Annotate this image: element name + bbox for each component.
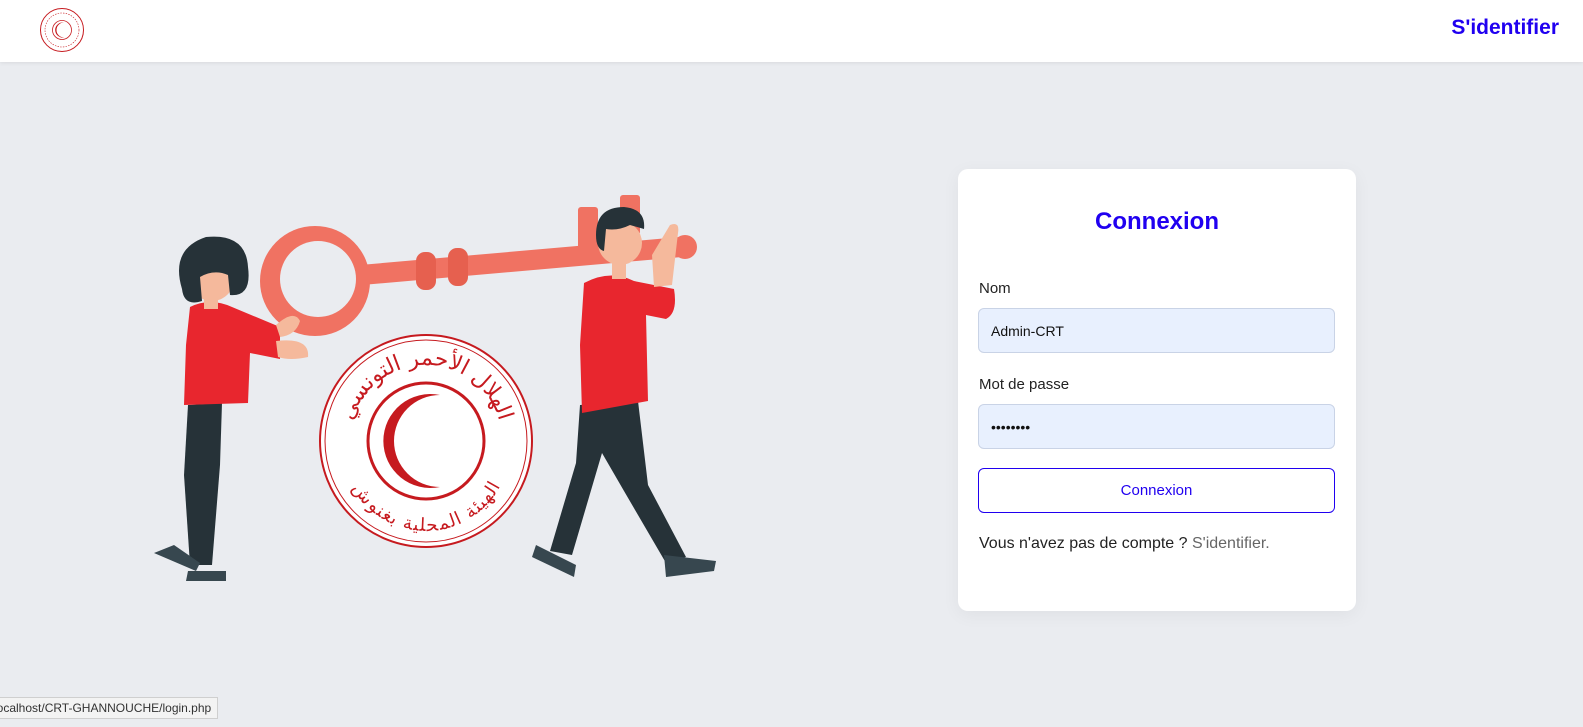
status-url: localhost/CRT-GHANNOUCHE/login.php (0, 701, 212, 715)
hero-illustration: الهلال الأحمر التونسي الهيئة المحلية بغن… (154, 195, 716, 581)
browser-status-bar: localhost/CRT-GHANNOUCHE/login.php (0, 697, 219, 719)
password-label: Mot de passe (979, 376, 1070, 393)
top-navbar: S'identifier (0, 0, 1583, 62)
name-input[interactable] (978, 308, 1335, 353)
login-title: Connexion (1095, 208, 1219, 235)
name-label: Nom (979, 280, 1011, 297)
login-card: Connexion Nom Mot de passe Connexion Vou… (958, 169, 1356, 611)
no-account-text: Vous n'avez pas de compte ? (979, 535, 1192, 552)
red-crescent-seal-icon: الهلال الأحمر التونسي الهيئة المحلية بغن… (319, 334, 533, 548)
connexion-button[interactable]: Connexion (978, 468, 1335, 513)
signup-link[interactable]: S'identifier. (1192, 535, 1270, 552)
signup-prompt: Vous n'avez pas de compte ? S'identifier… (979, 535, 1270, 553)
red-crescent-logo-icon[interactable] (39, 7, 85, 53)
nav-sidentifier-link[interactable]: S'identifier (1451, 16, 1559, 40)
password-input[interactable] (978, 404, 1335, 449)
